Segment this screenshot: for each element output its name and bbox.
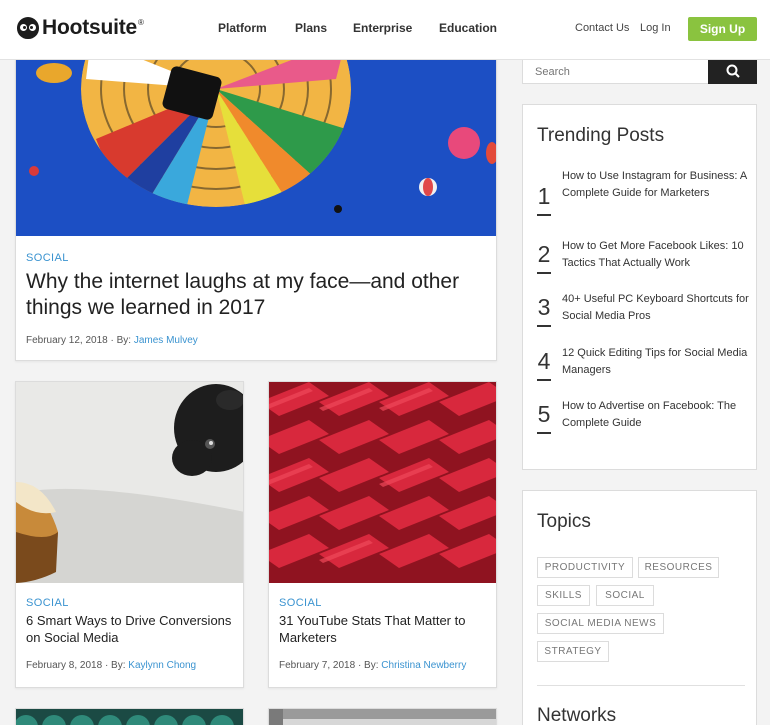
contact-us-link[interactable]: Contact Us (575, 22, 629, 34)
post-image-stadium-seats[interactable] (269, 382, 496, 583)
post-image-pipes (16, 709, 243, 725)
nav-plans[interactable]: Plans (295, 21, 327, 35)
post-1-meta: February 8, 2018 · By: Kaylynn Chong (26, 660, 196, 671)
trending-item-3[interactable]: 3 40+ Useful PC Keyboard Shortcuts for S… (537, 291, 752, 335)
post-card-1[interactable]: SOCIAL 6 Smart Ways to Drive Conversions… (15, 381, 244, 688)
trending-item-1[interactable]: 1 How to Use Instagram for Business: A C… (537, 168, 752, 216)
networks-heading: Networks (537, 705, 617, 725)
topic-tag-productivity[interactable]: PRODUCTIVITY (537, 557, 633, 578)
post-card-4-partial[interactable] (268, 708, 497, 725)
trending-item-4[interactable]: 4 12 Quick Editing Tips for Social Media… (537, 345, 752, 389)
trending-number-5: 5 (537, 401, 551, 434)
search-icon (726, 64, 740, 78)
nav-platform[interactable]: Platform (218, 21, 267, 35)
topic-tag-social-media-news[interactable]: SOCIAL MEDIA NEWS (537, 613, 664, 634)
post-image-grey (269, 709, 496, 725)
post-1-author-link[interactable]: Kaylynn Chong (128, 660, 196, 671)
trending-link-4[interactable]: 12 Quick Editing Tips for Social Media M… (562, 345, 752, 379)
panel-divider (537, 685, 745, 686)
featured-by: · By: (110, 335, 132, 346)
trending-posts-panel: Trending Posts 1 How to Use Instagram fo… (522, 104, 757, 470)
post-image-pug[interactable] (16, 382, 243, 583)
featured-image-balloons[interactable] (16, 59, 496, 236)
post-1-title[interactable]: 6 Smart Ways to Drive Conversions on Soc… (26, 612, 238, 646)
featured-meta: February 12, 2018 · By: James Mulvey (26, 335, 198, 346)
trending-item-5[interactable]: 5 How to Advertise on Facebook: The Comp… (537, 398, 752, 442)
topic-tag-social[interactable]: SOCIAL (596, 585, 654, 606)
nav-enterprise[interactable]: Enterprise (353, 21, 412, 35)
trending-link-1[interactable]: How to Use Instagram for Business: A Com… (562, 168, 752, 202)
post-card-2[interactable]: SOCIAL 31 YouTube Stats That Matter to M… (268, 381, 497, 688)
topics-heading: Topics (537, 511, 591, 532)
trending-link-5[interactable]: How to Advertise on Facebook: The Comple… (562, 398, 752, 432)
featured-author-link[interactable]: James Mulvey (134, 335, 198, 346)
post-card-3-partial[interactable] (15, 708, 244, 725)
post-2-title[interactable]: 31 YouTube Stats That Matter to Marketer… (279, 612, 491, 646)
trending-posts-heading: Trending Posts (537, 125, 665, 146)
trending-number-2: 2 (537, 241, 551, 274)
topic-tag-resources[interactable]: RESOURCES (638, 557, 719, 578)
post-1-category[interactable]: SOCIAL (26, 597, 69, 609)
search-button[interactable] (708, 60, 757, 84)
post-2-category[interactable]: SOCIAL (279, 597, 322, 609)
trending-link-2[interactable]: How to Get More Facebook Likes: 10 Tacti… (562, 238, 752, 272)
post-1-by: · By: (104, 660, 126, 671)
trending-number-3: 3 (537, 294, 551, 327)
nav-education[interactable]: Education (439, 21, 497, 35)
featured-post-card[interactable]: SOCIAL Why the internet laughs at my fac… (15, 58, 497, 361)
post-2-date: February 7, 2018 (279, 660, 356, 671)
registered-mark: ® (138, 18, 144, 27)
post-2-by: · By: (357, 660, 379, 671)
trending-link-3[interactable]: 40+ Useful PC Keyboard Shortcuts for Soc… (562, 291, 752, 325)
topic-tag-skills[interactable]: SKILLS (537, 585, 590, 606)
post-1-date: February 8, 2018 (26, 660, 103, 671)
log-in-link[interactable]: Log In (640, 22, 671, 34)
featured-date: February 12, 2018 (26, 335, 108, 346)
topic-tag-strategy[interactable]: STRATEGY (537, 641, 609, 662)
trending-number-4: 4 (537, 348, 551, 381)
sign-up-button[interactable]: Sign Up (688, 17, 757, 41)
trending-item-2[interactable]: 2 How to Get More Facebook Likes: 10 Tac… (537, 238, 752, 282)
site-header: Hootsuite ® Platform Plans Enterprise Ed… (0, 0, 770, 60)
search-field[interactable] (522, 60, 709, 84)
owl-icon (17, 17, 39, 39)
post-2-author-link[interactable]: Christina Newberry (381, 660, 466, 671)
featured-category[interactable]: SOCIAL (26, 252, 69, 264)
trending-number-1: 1 (537, 183, 551, 216)
post-2-meta: February 7, 2018 · By: Christina Newberr… (279, 660, 466, 671)
search-input[interactable] (523, 60, 708, 83)
brand-name: Hootsuite (42, 16, 138, 39)
hootsuite-logo[interactable]: Hootsuite ® (17, 15, 144, 41)
featured-title[interactable]: Why the internet laughs at my face—and o… (26, 269, 491, 321)
topics-panel: Topics PRODUCTIVITY RESOURCES SKILLS SOC… (522, 490, 757, 725)
